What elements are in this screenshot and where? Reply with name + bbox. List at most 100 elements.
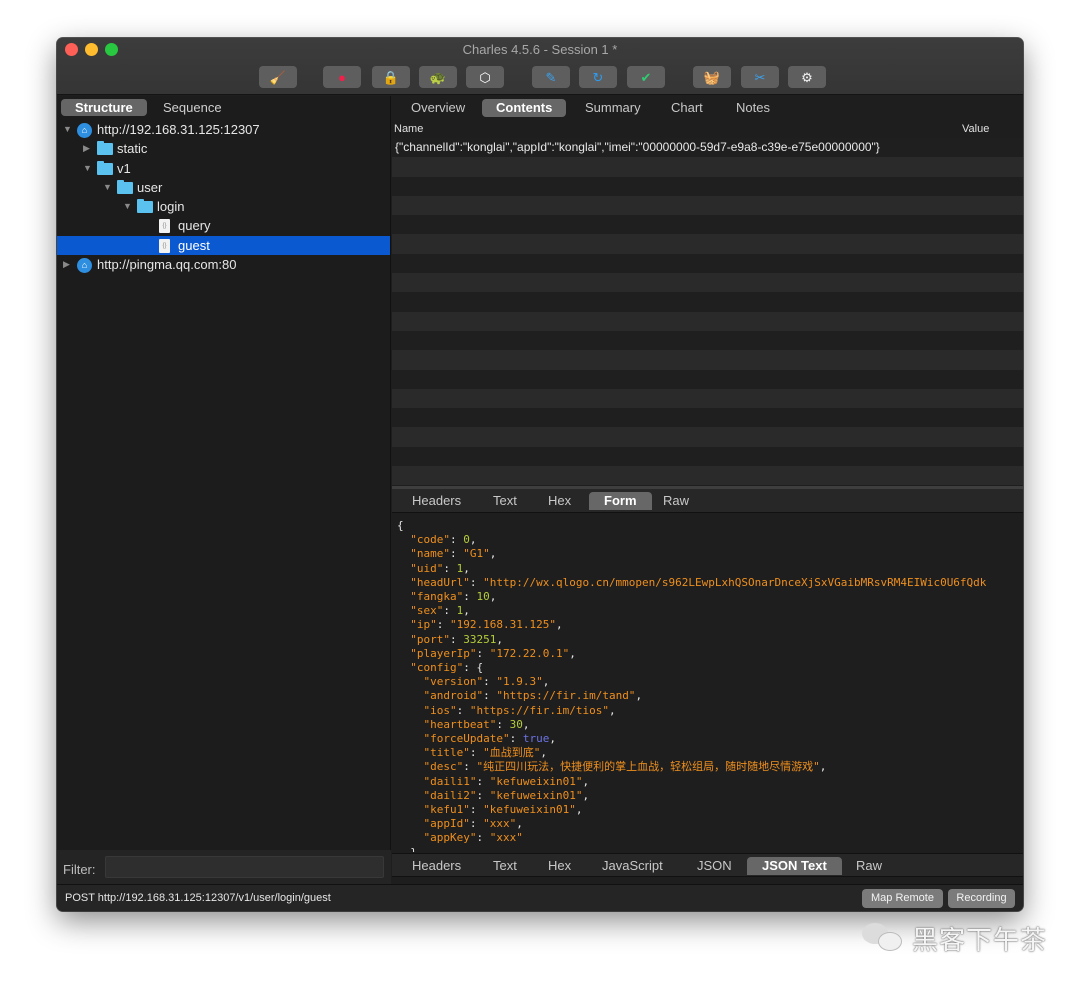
filter-input[interactable] — [105, 856, 384, 878]
empty-row — [392, 408, 1023, 428]
map-remote-button[interactable]: Map Remote — [862, 889, 943, 908]
tree-item-http-192-168-31-125-12307[interactable]: ▼ ⌂ http://192.168.31.125:12307 — [57, 120, 390, 139]
json-line: "playerIp": "172.22.0.1", — [397, 647, 1023, 661]
disclosure-expanded-icon[interactable]: ▼ — [103, 178, 112, 197]
req-subtab-form[interactable]: Form — [589, 492, 652, 510]
req-subtab-hex[interactable]: Hex — [533, 492, 586, 510]
tree-item-label: http://pingma.qq.com:80 — [97, 257, 237, 273]
name-column-header[interactable]: Name — [394, 123, 423, 135]
json-token: "appId" — [423, 817, 470, 831]
empty-row — [392, 273, 1023, 293]
recording-button[interactable]: Recording — [948, 889, 1015, 908]
compose-pen-button[interactable]: ✎ — [532, 66, 570, 88]
json-token: , — [489, 547, 497, 561]
tab-notes[interactable]: Notes — [722, 99, 784, 117]
json-token: "sex" — [410, 604, 444, 618]
tab-summary[interactable]: Summary — [571, 99, 655, 117]
repeat-button[interactable]: ↻ — [579, 66, 617, 88]
breakpoint-hexagon-icon: ⬡ — [479, 69, 491, 85]
json-token: "kefuweixin01" — [489, 774, 583, 788]
disclosure-expanded-icon[interactable]: ▼ — [83, 159, 92, 178]
json-token: "xxx" — [483, 817, 517, 831]
req-subtab-headers[interactable]: Headers — [397, 492, 476, 510]
broom-icon: 🧹 — [269, 69, 287, 85]
tab-structure[interactable]: Structure — [61, 99, 147, 116]
resp-subtab-raw[interactable]: Raw — [841, 857, 897, 875]
json-token: "android" — [423, 689, 484, 703]
tree-item-static[interactable]: ▶ static — [57, 139, 390, 158]
request-view-tabs: Headers Text Hex Form Raw — [392, 489, 1023, 513]
titlebar: Charles 4.5.6 - Session 1 * 🧹 ● 🔒 🐢 ⬡ ✎ ↻ ✔ 🧺 ✂ ⚙ — [57, 38, 1023, 95]
json-token: : — [476, 788, 490, 802]
resp-subtab-hex[interactable]: Hex — [533, 857, 586, 875]
json-token: , — [569, 646, 576, 660]
json-token: : — [450, 547, 464, 561]
json-line: } — [397, 846, 1023, 852]
json-token: } — [397, 846, 417, 852]
record-button[interactable]: ● — [323, 66, 361, 88]
req-subtab-text[interactable]: Text — [478, 492, 532, 510]
tab-contents[interactable]: Contents — [482, 99, 567, 117]
json-line: "uid": 1, — [397, 562, 1023, 576]
settings-gear-button[interactable]: ⚙ — [788, 66, 826, 88]
json-token: , — [469, 533, 477, 547]
json-file-icon: {} — [159, 219, 170, 234]
disclosure-expanded-icon[interactable]: ▼ — [63, 120, 72, 139]
empty-row — [392, 176, 1023, 196]
tab-chart[interactable]: Chart — [657, 99, 717, 117]
resp-subtab-json[interactable]: JSON — [682, 857, 747, 875]
resp-subtab-headers[interactable]: Headers — [397, 857, 476, 875]
value-column-header[interactable]: Value — [962, 123, 989, 135]
tree-item-query[interactable]: {} query — [57, 216, 390, 235]
json-token: : — [476, 774, 490, 788]
tree-item-login[interactable]: ▼ login — [57, 197, 390, 216]
json-token: , — [496, 632, 503, 646]
ssl-lock-button[interactable]: 🔒 — [372, 66, 410, 88]
json-token: "uid" — [410, 561, 444, 575]
basket-button[interactable]: 🧺 — [693, 66, 731, 88]
tools-button[interactable]: ✂ — [741, 66, 779, 88]
tab-sequence[interactable]: Sequence — [149, 99, 236, 116]
disclosure-collapsed-icon[interactable]: ▶ — [83, 139, 90, 158]
response-json-text[interactable]: { "code": 0, "name": "G1", "uid": 1, "he… — [392, 516, 1023, 852]
tree-item-guest[interactable]: {} guest — [57, 235, 390, 256]
json-token: "kefuweixin01" — [483, 803, 576, 817]
breakpoint-hexagon-button[interactable]: ⬡ — [466, 66, 504, 88]
disclosure-expanded-icon[interactable]: ▼ — [123, 197, 132, 216]
resp-subtab-javascript[interactable]: JavaScript — [587, 857, 678, 875]
json-line: "config": { — [397, 661, 1023, 675]
req-subtab-raw[interactable]: Raw — [648, 492, 704, 510]
resp-subtab-text[interactable]: Text — [478, 857, 532, 875]
json-token: "https://fir.im/tios" — [469, 703, 609, 717]
disclosure-collapsed-icon[interactable]: ▶ — [63, 255, 70, 274]
tree-item-v1[interactable]: ▼ v1 — [57, 159, 390, 178]
json-token: "ip" — [410, 618, 437, 632]
throttle-turtle-button[interactable]: 🐢 — [419, 66, 457, 88]
folder-icon — [97, 160, 113, 175]
charles-window: Charles 4.5.6 - Session 1 * 🧹 ● 🔒 🐢 ⬡ ✎ ↻ ✔ 🧺 ✂ ⚙ … — [57, 38, 1023, 911]
json-token: , — [608, 703, 616, 717]
json-token: "daili2" — [423, 788, 477, 802]
json-token: "https://fir.im/tand" — [496, 689, 636, 703]
json-token: "kefu1" — [423, 803, 470, 817]
tab-overview[interactable]: Overview — [397, 99, 479, 117]
tree-item-http-pingma-qq-com-80[interactable]: ▶ ⌂ http://pingma.qq.com:80 — [57, 255, 390, 274]
resp-subtab-json-text[interactable]: JSON Text — [747, 857, 842, 875]
form-row[interactable]: {"channelId":"konglai","appId":"konglai"… — [392, 138, 1023, 158]
validate-check-button[interactable]: ✔ — [627, 66, 665, 88]
broom-button[interactable]: 🧹 — [259, 66, 297, 88]
empty-row — [392, 195, 1023, 216]
validate-check-icon: ✔ — [640, 69, 652, 85]
tree-item-user[interactable]: ▼ user — [57, 178, 390, 197]
json-token: , — [582, 774, 590, 788]
json-token: "config" — [410, 661, 464, 675]
